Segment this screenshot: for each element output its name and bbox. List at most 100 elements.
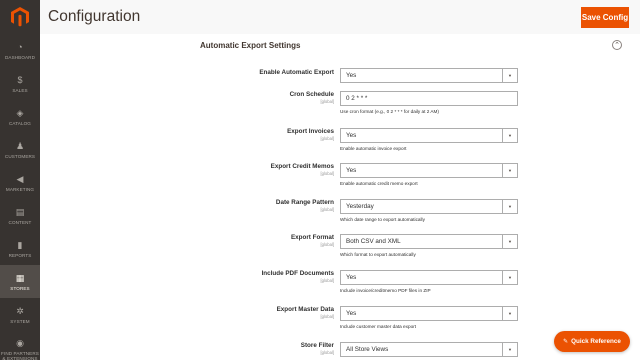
chevron-down-icon: ▼: [502, 271, 517, 284]
select-value: All Store Views: [346, 346, 389, 353]
gear-icon: ✲: [16, 306, 24, 316]
megaphone-icon: ◀: [16, 174, 24, 184]
select-value: Yesterday: [346, 203, 374, 210]
sidebar-item-label: MARKETING: [5, 186, 35, 192]
scope-text: [global]: [320, 207, 334, 212]
chevron-down-icon: ▼: [502, 235, 517, 248]
enable-export-select[interactable]: Yes ▼: [340, 68, 518, 83]
content-icon: ▤: [15, 207, 25, 217]
config-main: Automatic Export Settings ⌃ Enable Autom…: [40, 34, 640, 360]
page-title: Configuration: [48, 8, 141, 25]
field-label: Enable Automatic Export: [200, 69, 334, 77]
select-value: Both CSV and XML: [346, 238, 401, 245]
sidebar-item-label: STORES: [10, 285, 30, 291]
sidebar-item-label: FIND PARTNERS & EXTENSIONS: [1, 350, 39, 360]
label-text: Export Credit Memos: [270, 163, 334, 170]
label-text: Store Filter: [300, 342, 334, 349]
box-icon: ◈: [16, 108, 24, 118]
field-note: Include customer master data export: [340, 324, 417, 329]
select-value: Yes: [346, 72, 357, 79]
scope-text: [global]: [320, 350, 334, 355]
chevron-down-icon: ▼: [502, 164, 517, 177]
label-text: Enable Automatic Export: [259, 69, 334, 76]
field-label: Cron Schedule [global]: [200, 91, 334, 104]
field-label: Export Format [global]: [200, 234, 334, 247]
field-note: Include invoice/creditmemo PDF files in …: [340, 288, 431, 293]
sidebar-item-label: DASHBOARD: [5, 54, 35, 60]
puzzle-icon: ◉: [16, 338, 24, 348]
chevron-down-icon: ▼: [502, 307, 517, 320]
field-label: Export Credit Memos [global]: [200, 163, 334, 176]
quick-reference-button[interactable]: ✎ Quick Reference: [554, 331, 630, 352]
magento-logo-icon: [11, 7, 29, 27]
chevron-down-icon: ▼: [502, 69, 517, 82]
select-value: Yes: [346, 310, 357, 317]
scope-text: [global]: [320, 136, 334, 141]
field-note: Which format to export automatically: [340, 252, 416, 257]
magento-logo[interactable]: [0, 0, 40, 34]
sidebar-item-label: REPORTS: [8, 252, 32, 258]
quick-reference-label: Quick Reference: [571, 338, 621, 345]
sidebar-item-stores[interactable]: ▦ STORES: [0, 265, 40, 298]
date-range-select[interactable]: Yesterday ▼: [340, 199, 518, 214]
export-credit-memos-select[interactable]: Yes ▼: [340, 163, 518, 178]
sidebar-item-dashboard[interactable]: ◔ DASHBOARD: [0, 34, 40, 67]
scope-text: [global]: [320, 99, 334, 104]
sidebar-item-label: CUSTOMERS: [4, 153, 36, 159]
field-label: Export Master Data [global]: [200, 306, 334, 319]
export-invoices-select[interactable]: Yes ▼: [340, 128, 518, 143]
field-label: Date Range Pattern [global]: [200, 199, 334, 212]
chevron-down-icon: ▼: [502, 343, 517, 356]
cron-schedule-input[interactable]: 0 2 * * *: [340, 91, 518, 106]
sidebar-item-label: SYSTEM: [10, 318, 30, 324]
field-note: Enable automatic credit memo export: [340, 181, 418, 186]
scope-text: [global]: [320, 278, 334, 283]
export-format-select[interactable]: Both CSV and XML ▼: [340, 234, 518, 249]
label-text: Cron Schedule: [289, 91, 334, 98]
section-title[interactable]: Automatic Export Settings: [200, 41, 300, 50]
label-text: Export Invoices: [287, 128, 334, 135]
dashboard-icon: ◔: [17, 42, 23, 52]
chevron-down-icon: ▼: [502, 129, 517, 142]
scope-text: [global]: [320, 314, 334, 319]
sidebar-item-marketing[interactable]: ◀ MARKETING: [0, 166, 40, 199]
dollar-icon: $: [17, 75, 23, 85]
sidebar-item-sales[interactable]: $ SALES: [0, 67, 40, 100]
include-pdf-select[interactable]: Yes ▼: [340, 270, 518, 285]
person-icon: ♟: [15, 141, 25, 151]
label-text: Export Format: [290, 234, 334, 241]
field-label: Store Filter [global]: [200, 342, 334, 355]
select-value: Yes: [346, 274, 357, 281]
scope-text: [global]: [320, 171, 334, 176]
sidebar-item-label: SALES: [12, 87, 28, 93]
save-config-button[interactable]: Save Config: [581, 7, 629, 28]
collapse-icon[interactable]: ⌃: [612, 40, 622, 50]
chevron-down-icon: ▼: [502, 200, 517, 213]
field-note: Enable automatic invoice export: [340, 146, 407, 151]
sidebar-item-reports[interactable]: ▮ REPORTS: [0, 232, 40, 265]
book-icon: ✎: [563, 339, 569, 345]
sidebar-item-system[interactable]: ✲ SYSTEM: [0, 298, 40, 331]
store-icon: ▦: [15, 273, 25, 283]
label-text: Export Master Data: [276, 306, 334, 313]
select-value: Yes: [346, 167, 357, 174]
label-text: Include PDF Documents: [261, 270, 334, 277]
label-text: Date Range Pattern: [275, 199, 334, 206]
field-label: Include PDF Documents [global]: [200, 270, 334, 283]
sidebar-item-label: CATALOG: [9, 120, 31, 126]
field-note: Which date range to export automatically: [340, 217, 425, 222]
sidebar-item-content[interactable]: ▤ CONTENT: [0, 199, 40, 232]
store-filter-select[interactable]: All Store Views ▼: [340, 342, 518, 357]
scope-text: [global]: [320, 242, 334, 247]
bar-chart-icon: ▮: [17, 240, 23, 250]
field-note: Use cron format (e.g., 0 2 * * * for dai…: [340, 109, 439, 114]
admin-sidebar: ◔ DASHBOARD $ SALES ◈ CATALOG ♟ CUSTOMER…: [0, 0, 40, 360]
page-header: Configuration Save Config: [40, 0, 640, 34]
export-master-data-select[interactable]: Yes ▼: [340, 306, 518, 321]
field-label: Export Invoices [global]: [200, 128, 334, 141]
sidebar-item-catalog[interactable]: ◈ CATALOG: [0, 100, 40, 133]
sidebar-item-partners[interactable]: ◉ FIND PARTNERS & EXTENSIONS: [0, 331, 40, 360]
sidebar-item-customers[interactable]: ♟ CUSTOMERS: [0, 133, 40, 166]
input-value: 0 2 * * *: [346, 95, 368, 102]
select-value: Yes: [346, 132, 357, 139]
